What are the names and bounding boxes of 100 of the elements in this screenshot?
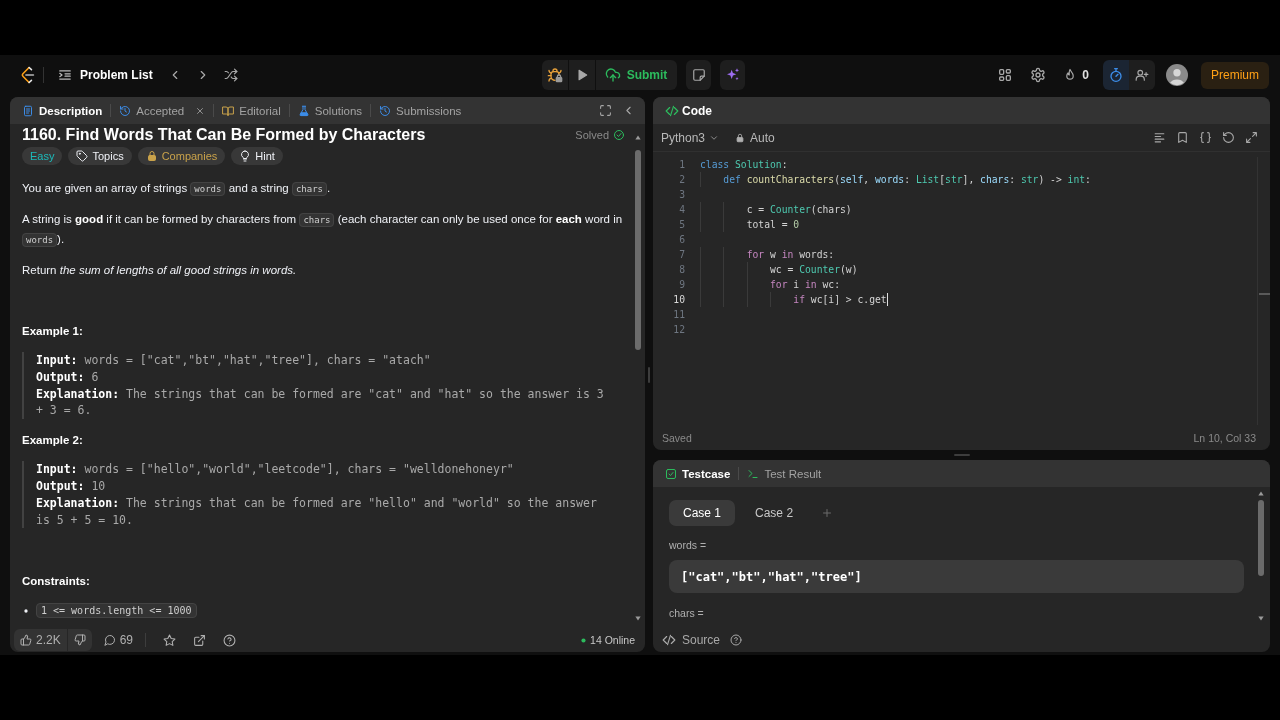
input-field[interactable]: ["cat","bt","hat","tree"] [669,560,1244,593]
external-link-icon[interactable] [193,633,207,647]
add-user-button[interactable] [1129,60,1155,90]
diagonal-arrows-icon[interactable] [1245,131,1258,144]
example-title: Example 2: [22,433,84,449]
list-icon [58,68,72,82]
example-title: Example 1: [22,324,84,339]
text-cursor-icon [886,293,888,306]
tag-chip[interactable]: Topics [68,147,132,165]
parameter-label: chars = [669,606,705,620]
scrollbar-thumb[interactable] [1258,500,1264,576]
resize-handle[interactable] [953,454,970,456]
document-icon [22,104,34,117]
line-number: 11 [672,309,685,320]
line-number: 9 [678,279,685,290]
debug-button[interactable] [541,60,568,90]
cursor-position: Ln 10, Col 33 [1193,431,1256,444]
case-tab[interactable]: Case 1 [669,500,736,526]
code-line: if wc[i] > c.get [793,294,887,305]
scroll-down-icon[interactable] [1257,615,1265,622]
upload-cloud-icon [604,67,621,83]
line-number: 2 [678,174,685,185]
panel-tab[interactable]: Description [22,104,103,117]
resize-handle[interactable] [648,366,650,383]
case-tab[interactable]: Case 2 [741,500,808,526]
line-number: 4 [678,204,685,215]
constraint-text: 1 <= words.length <= 1000 [36,603,197,619]
save-status: Saved [662,431,692,444]
bookmark-icon[interactable] [1176,131,1189,144]
close-icon[interactable] [195,105,206,116]
line-number: 8 [678,264,685,275]
thumbs-down-icon [73,634,86,646]
lock-icon [735,132,746,143]
scroll-down-icon[interactable] [634,615,642,622]
panel-tab[interactable]: Solutions [297,104,363,117]
description-text: You are given an array of strings words and a string chars . [22,181,332,198]
example-line: Explanation: The strings that can be formed are "cat" and "hat" so the answer is 3 + 3 = 6. [36,385,605,420]
submit-button[interactable]: Submit [595,60,678,90]
timer-button[interactable] [1103,60,1129,90]
code-line: class Solution: [700,159,788,170]
flask-icon [297,104,310,117]
help-icon[interactable] [223,633,237,647]
scroll-marker-icon [1259,293,1270,295]
code-editor[interactable]: 1 class Solution: 2 def countCharacters(self, words: List[str], chars: str) -> int: 3 4 c = Counter(chars) 5 total = 0 6 7 for w in words: 8 wc = Counter(w) 9 for i in wc: 10 if wc[i] > c.get 11 12 [653,152,1270,425]
panel-tab[interactable]: Test Result [747,467,822,480]
panel-tab[interactable]: Submissions [379,104,462,117]
source-button[interactable]: Source [662,633,721,647]
braces-icon[interactable] [1199,131,1212,144]
code-line: for w in words: [746,249,835,260]
note-button[interactable] [686,60,712,90]
status-dot-icon [581,637,587,643]
tag-chip[interactable]: Hint [231,147,283,165]
thumbs-up-icon [20,634,32,646]
code-icon [665,103,679,118]
scroll-up-icon[interactable] [1257,490,1265,497]
run-button[interactable] [568,60,595,90]
panel-tab[interactable]: Testcase [665,467,731,480]
line-number: 6 [678,234,685,245]
code-icon [662,633,676,647]
premium-button[interactable]: Premium [1201,61,1269,89]
panel-tab[interactable]: Accepted [119,104,206,117]
description-text: A string is good if it can be formed by characters from chars (each character can only be used once for each word in words ). [22,212,624,249]
bug-icon [546,67,563,83]
tag-chip[interactable]: Companies [137,147,226,165]
avatar-icon[interactable] [1166,64,1188,86]
like-button[interactable]: 2.2K [14,629,67,651]
example-line: Input: words = ["cat","bt","hat","tree"], chars = "atach" [36,352,432,369]
language-select[interactable]: Python3 [661,130,720,145]
help-icon[interactable] [730,634,743,646]
settings-icon[interactable] [1030,67,1047,83]
example-line: Input: words = ["hello","world","leetcode"], chars = "welldonehoneyr" [36,461,515,478]
code-line: c = Counter(chars) [746,204,852,215]
shuffle-icon[interactable] [223,68,238,82]
example-line: Output: 6 [36,368,100,386]
scroll-up-icon[interactable] [634,134,642,141]
grid-icon[interactable] [997,67,1014,83]
circular-arrow-icon[interactable] [1222,131,1235,144]
comments-button[interactable]: 69 [103,633,134,647]
add-user-icon [1135,68,1149,82]
panel-title: Code [682,103,712,118]
panel-tab[interactable]: Editorial [222,104,281,117]
solved-status: Solved [575,128,609,141]
checkbox-icon [665,467,677,480]
streak-button[interactable]: 0 [1063,68,1089,82]
dislike-button[interactable] [67,629,92,651]
fullscreen-icon[interactable] [599,104,612,117]
book-icon [222,104,235,117]
align-left-icon[interactable] [1153,131,1166,144]
history-icon [379,104,392,117]
example-line: Explanation: The strings that can be formed are "hello" and "world" so the answer is 5 + 5 = 10. [36,494,598,529]
comment-icon [103,634,116,646]
lock-icon [145,150,158,162]
problem-list-button[interactable]: Problem List [58,68,153,82]
code-line: def countCharacters(self, words: List[str], chars: str) -> int: [723,174,1091,185]
stopwatch-icon [1108,67,1124,83]
lightbulb-icon [239,150,252,162]
scrollbar-thumb[interactable] [635,150,641,350]
line-number: 1 [678,159,685,170]
sparkle-button[interactable] [720,60,746,90]
star-icon[interactable] [163,633,177,647]
